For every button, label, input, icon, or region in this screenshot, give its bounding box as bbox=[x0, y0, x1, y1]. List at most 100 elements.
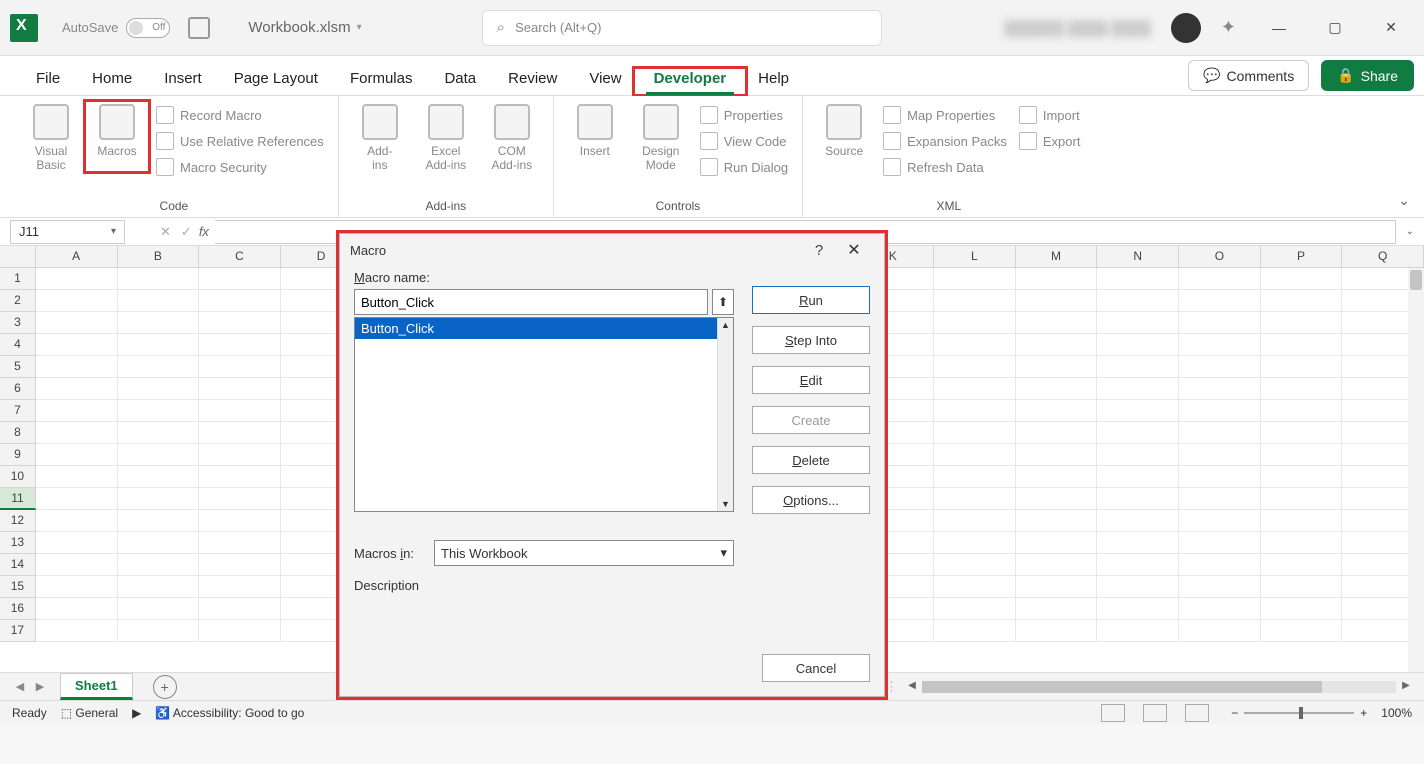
properties-button[interactable]: Properties bbox=[696, 104, 792, 126]
hscroll-right-icon[interactable]: ▶ bbox=[1398, 680, 1414, 691]
cell[interactable] bbox=[934, 466, 1016, 488]
status-accessibility[interactable]: ♿ Accessibility: Good to go bbox=[155, 706, 304, 720]
hscroll-thumb[interactable] bbox=[922, 681, 1322, 693]
cell[interactable] bbox=[1179, 312, 1261, 334]
source-button[interactable]: Source bbox=[813, 102, 875, 158]
cell[interactable] bbox=[1261, 334, 1343, 356]
close-window-button[interactable]: ✕ bbox=[1368, 10, 1414, 46]
cell[interactable] bbox=[36, 576, 118, 598]
column-header[interactable]: M bbox=[1016, 246, 1098, 267]
row-header[interactable]: 7 bbox=[0, 400, 36, 422]
insert-controls-button[interactable]: Insert bbox=[564, 102, 626, 158]
macros-button[interactable]: Macros bbox=[86, 102, 148, 158]
cell[interactable] bbox=[934, 620, 1016, 642]
ribbon-collapse-button[interactable]: ⌄ bbox=[1398, 192, 1410, 209]
cell[interactable] bbox=[199, 576, 281, 598]
autosave-toggle[interactable]: Off bbox=[126, 18, 170, 38]
tab-help[interactable]: Help bbox=[742, 60, 805, 95]
tab-view[interactable]: View bbox=[573, 60, 637, 95]
sheet-nav-prev[interactable]: ◀ bbox=[10, 680, 30, 693]
cell[interactable] bbox=[1016, 312, 1098, 334]
cell[interactable] bbox=[118, 444, 200, 466]
macro-list-scrollbar[interactable]: ▲ ▼ bbox=[717, 318, 733, 511]
name-box[interactable]: J11 ▾ bbox=[10, 220, 125, 244]
cell[interactable] bbox=[199, 620, 281, 642]
cell[interactable] bbox=[934, 422, 1016, 444]
options-button[interactable]: Options... bbox=[752, 486, 870, 514]
cell[interactable] bbox=[118, 576, 200, 598]
column-header[interactable]: O bbox=[1179, 246, 1261, 267]
design-mode-button[interactable]: Design Mode bbox=[630, 102, 692, 173]
column-header[interactable]: Q bbox=[1342, 246, 1424, 267]
cell[interactable] bbox=[1097, 268, 1179, 290]
cell[interactable] bbox=[1097, 620, 1179, 642]
cell[interactable] bbox=[1261, 488, 1343, 510]
cell[interactable] bbox=[1016, 576, 1098, 598]
row-header[interactable]: 8 bbox=[0, 422, 36, 444]
cell[interactable] bbox=[1261, 554, 1343, 576]
sheet-nav-next[interactable]: ▶ bbox=[30, 680, 50, 693]
step-into-button[interactable]: Step Into bbox=[752, 326, 870, 354]
cell[interactable] bbox=[1179, 334, 1261, 356]
cell[interactable] bbox=[1097, 488, 1179, 510]
macro-name-input[interactable] bbox=[354, 289, 708, 315]
cell[interactable] bbox=[118, 312, 200, 334]
row-header[interactable]: 15 bbox=[0, 576, 36, 598]
cell[interactable] bbox=[1179, 598, 1261, 620]
cell[interactable] bbox=[36, 334, 118, 356]
cell[interactable] bbox=[199, 598, 281, 620]
save-icon[interactable] bbox=[188, 17, 210, 39]
macro-list-item-selected[interactable]: Button_Click bbox=[355, 318, 733, 339]
visual-basic-button[interactable]: Visual Basic bbox=[20, 102, 82, 173]
tab-insert[interactable]: Insert bbox=[148, 60, 218, 95]
cell[interactable] bbox=[1016, 334, 1098, 356]
row-header[interactable]: 5 bbox=[0, 356, 36, 378]
cell[interactable] bbox=[199, 488, 281, 510]
cell[interactable] bbox=[118, 554, 200, 576]
tab-review[interactable]: Review bbox=[492, 60, 573, 95]
cell[interactable] bbox=[1016, 532, 1098, 554]
row-header[interactable]: 3 bbox=[0, 312, 36, 334]
cell[interactable] bbox=[1179, 510, 1261, 532]
row-header[interactable]: 13 bbox=[0, 532, 36, 554]
cell[interactable] bbox=[1179, 554, 1261, 576]
cell[interactable] bbox=[1016, 378, 1098, 400]
cell[interactable] bbox=[1016, 510, 1098, 532]
cell[interactable] bbox=[1261, 290, 1343, 312]
cell[interactable] bbox=[934, 488, 1016, 510]
cell[interactable] bbox=[118, 422, 200, 444]
cell[interactable] bbox=[1261, 598, 1343, 620]
horizontal-scrollbar[interactable]: ◀ ▶ bbox=[904, 680, 1414, 694]
maximize-button[interactable]: ▢ bbox=[1312, 10, 1358, 46]
refresh-data-button[interactable]: Refresh Data bbox=[879, 156, 1011, 178]
cell[interactable] bbox=[118, 356, 200, 378]
column-header[interactable]: C bbox=[199, 246, 281, 267]
cell[interactable] bbox=[1097, 466, 1179, 488]
cell[interactable] bbox=[934, 510, 1016, 532]
cell[interactable] bbox=[199, 554, 281, 576]
select-all-corner[interactable] bbox=[0, 246, 36, 267]
run-button[interactable]: Run bbox=[752, 286, 870, 314]
cell[interactable] bbox=[36, 620, 118, 642]
cell[interactable] bbox=[1097, 378, 1179, 400]
cell[interactable] bbox=[1097, 356, 1179, 378]
cell[interactable] bbox=[1016, 400, 1098, 422]
cell[interactable] bbox=[118, 620, 200, 642]
cell[interactable] bbox=[1261, 576, 1343, 598]
tab-file[interactable]: File bbox=[20, 60, 76, 95]
cell[interactable] bbox=[1261, 532, 1343, 554]
comments-button[interactable]: 💬 Comments bbox=[1188, 60, 1309, 91]
cell[interactable] bbox=[1097, 400, 1179, 422]
edit-button[interactable]: Edit bbox=[752, 366, 870, 394]
cell[interactable] bbox=[1016, 422, 1098, 444]
row-header[interactable]: 16 bbox=[0, 598, 36, 620]
cell[interactable] bbox=[199, 422, 281, 444]
row-header[interactable]: 17 bbox=[0, 620, 36, 642]
cell[interactable] bbox=[199, 466, 281, 488]
cell[interactable] bbox=[1179, 488, 1261, 510]
cell[interactable] bbox=[1179, 290, 1261, 312]
row-header[interactable]: 11 bbox=[0, 488, 36, 510]
row-header[interactable]: 1 bbox=[0, 268, 36, 290]
cell[interactable] bbox=[934, 576, 1016, 598]
cell[interactable] bbox=[1097, 334, 1179, 356]
